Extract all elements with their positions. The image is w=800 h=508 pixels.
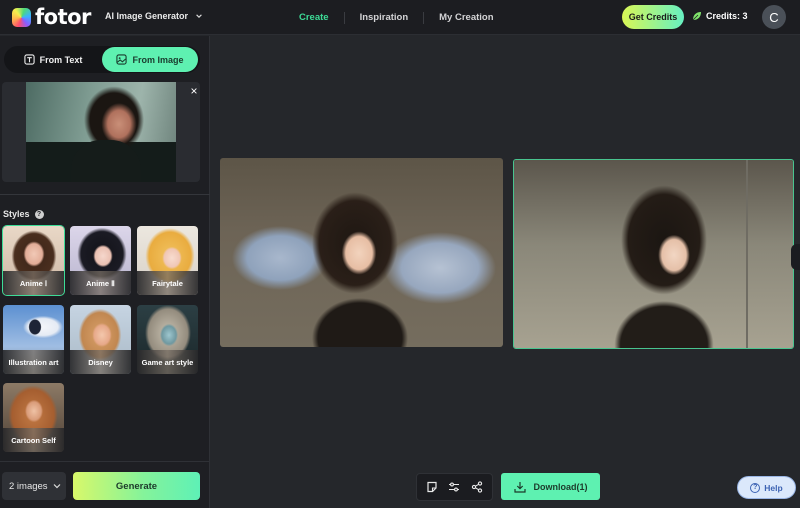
style-card-illustration-art[interactable]: Illustration art bbox=[2, 304, 65, 375]
brand-name: fotor bbox=[35, 5, 91, 29]
tab-from-text[interactable]: From Text bbox=[6, 47, 100, 72]
uploaded-image-preview: × bbox=[2, 82, 200, 182]
close-icon[interactable]: × bbox=[188, 85, 200, 97]
mode-toggle: From Text From Image bbox=[4, 46, 200, 73]
top-header: fotor AI Image Generator Create Inspirat… bbox=[0, 0, 800, 35]
style-card-cartoon-self[interactable]: Cartoon Self bbox=[2, 382, 65, 453]
uploaded-photo bbox=[26, 82, 176, 182]
divider bbox=[0, 194, 210, 195]
download-label: Download(1) bbox=[533, 481, 588, 492]
style-card-disney[interactable]: Disney bbox=[69, 304, 132, 375]
chevron-down-icon bbox=[196, 14, 202, 18]
nav-inspiration[interactable]: Inspiration bbox=[345, 12, 424, 23]
product-label: AI Image Generator bbox=[105, 11, 189, 21]
download-icon bbox=[513, 481, 526, 493]
edit-button[interactable] bbox=[423, 478, 441, 496]
get-credits-button[interactable]: Get Credits bbox=[622, 5, 684, 29]
text-icon bbox=[23, 54, 35, 65]
share-button[interactable] bbox=[468, 478, 486, 496]
generate-button[interactable]: Generate bbox=[73, 472, 200, 500]
sliders-icon bbox=[449, 482, 460, 492]
style-label: Illustration art bbox=[3, 350, 64, 374]
divider bbox=[0, 461, 210, 462]
style-label: Anime Ⅱ bbox=[70, 271, 131, 295]
image-count-value: 2 images bbox=[9, 480, 48, 492]
nav-create[interactable]: Create bbox=[284, 12, 344, 23]
leaf-icon bbox=[692, 12, 701, 21]
style-card-game-art-style[interactable]: Game art style bbox=[136, 304, 199, 375]
generated-image-1[interactable] bbox=[220, 158, 503, 347]
style-label: Cartoon Self bbox=[3, 428, 64, 452]
style-label: Disney bbox=[70, 350, 131, 374]
user-avatar[interactable]: C bbox=[762, 5, 786, 29]
credits-counter: Credits: 3 bbox=[692, 11, 748, 21]
image-toolbar bbox=[416, 473, 493, 501]
question-icon: ? bbox=[750, 482, 761, 493]
style-card-fairytale[interactable]: Fairytale bbox=[136, 225, 199, 296]
chevron-down-icon bbox=[53, 484, 61, 489]
nav-my-creation[interactable]: My Creation bbox=[424, 12, 508, 23]
main-nav: Create Inspiration My Creation bbox=[284, 0, 509, 35]
tab-from-text-label: From Text bbox=[39, 54, 83, 65]
tab-from-image-label: From Image bbox=[132, 54, 184, 65]
download-button[interactable]: Download(1) bbox=[501, 473, 600, 500]
image-count-select[interactable]: 2 images bbox=[2, 472, 66, 500]
help-button[interactable]: ? Help bbox=[737, 476, 796, 499]
left-sidebar: From Text From Image × Styles ? Anime Ⅰ … bbox=[0, 36, 210, 508]
generated-artwork bbox=[220, 158, 503, 347]
style-card-anime-1[interactable]: Anime Ⅰ bbox=[2, 225, 65, 296]
panel-collapse-handle[interactable] bbox=[791, 244, 800, 270]
credits-label: Credits: 3 bbox=[706, 11, 748, 21]
style-label: Game art style bbox=[137, 350, 198, 374]
edit-icon bbox=[427, 481, 437, 493]
generated-artwork bbox=[514, 160, 793, 348]
image-icon bbox=[116, 54, 128, 65]
share-icon bbox=[471, 481, 482, 493]
style-label: Fairytale bbox=[137, 271, 198, 295]
styles-heading: Styles ? bbox=[3, 209, 44, 219]
generated-image-2-selected[interactable] bbox=[513, 159, 794, 349]
help-icon[interactable]: ? bbox=[34, 209, 44, 219]
style-card-anime-2[interactable]: Anime Ⅱ bbox=[69, 225, 132, 296]
fotor-logo-icon bbox=[12, 7, 31, 27]
adjust-button[interactable] bbox=[445, 478, 463, 496]
help-label: Help bbox=[764, 482, 783, 493]
main-canvas: Download(1) ? Help bbox=[211, 36, 800, 508]
product-dropdown[interactable]: AI Image Generator bbox=[105, 11, 203, 21]
tab-from-image[interactable]: From Image bbox=[102, 47, 198, 72]
style-label: Anime Ⅰ bbox=[3, 271, 64, 295]
styles-title: Styles bbox=[3, 209, 30, 219]
fotor-logo[interactable]: fotor bbox=[12, 6, 91, 28]
